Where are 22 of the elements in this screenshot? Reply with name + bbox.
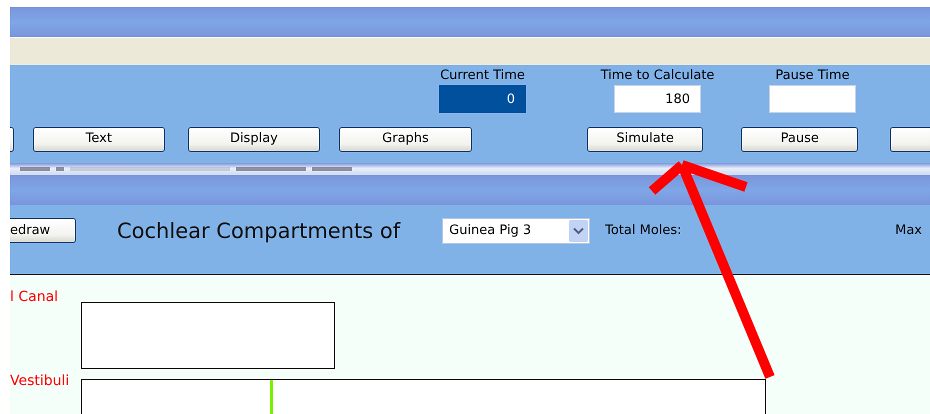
button[interactable] <box>890 126 930 152</box>
marker-line <box>270 380 273 414</box>
dropdown-icon[interactable] <box>573 227 584 235</box>
compartment-label: Vestibuli <box>10 372 70 390</box>
toolbar-button[interactable]: Pause <box>741 126 858 152</box>
field-label: Pause Time <box>775 67 850 85</box>
field-label: Current Time <box>440 67 525 85</box>
toolbar-button[interactable]: Text <box>32 126 165 152</box>
animal-select[interactable]: Guinea Pig 3 <box>442 218 590 244</box>
toolbar-button[interactable]: Display <box>188 126 320 152</box>
field-label: Time to Calculate <box>600 67 714 85</box>
toolbar-button[interactable]: Simulate <box>586 126 704 152</box>
max-label: Max <box>895 222 922 240</box>
button[interactable] <box>10 126 14 152</box>
input-field[interactable]: 180 <box>614 85 701 113</box>
readout-field[interactable]: 0 <box>439 85 526 113</box>
toolbar-button[interactable]: Graphs <box>339 126 472 152</box>
total-moles-label: Total Moles: <box>605 222 682 240</box>
redraw-button[interactable]: edraw <box>10 218 76 243</box>
panel-title: Cochlear Compartments of <box>117 218 400 244</box>
input-field[interactable] <box>769 85 856 113</box>
compartment-label: l Canal <box>10 288 60 306</box>
